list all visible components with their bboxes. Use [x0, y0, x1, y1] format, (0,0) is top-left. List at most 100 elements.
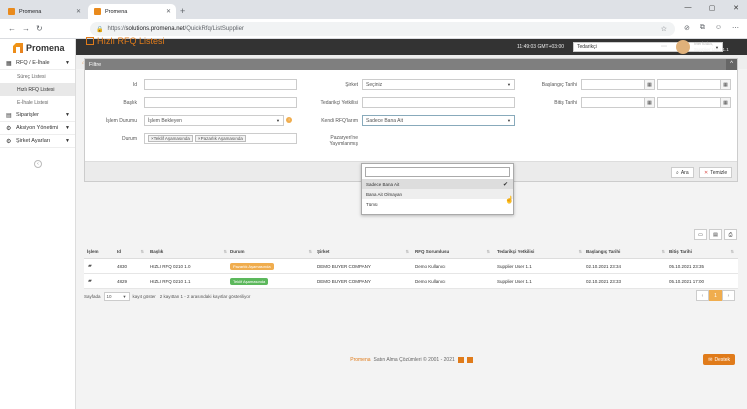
option-label: Sadece Bana Ait [366, 181, 400, 187]
print-icon[interactable]: ⎙ [724, 229, 737, 240]
column-header[interactable]: Başlangıç Tarihi ⇅ [586, 245, 668, 258]
prev-page-button[interactable]: ‹ [696, 290, 709, 301]
info-icon[interactable]: ! [286, 117, 292, 123]
end-date-to-input[interactable] [657, 97, 721, 108]
cell-status: Pazarlık Aşamasında [230, 259, 274, 273]
column-header[interactable]: Şirket ⇅ [317, 245, 412, 258]
start-date-to-input[interactable] [657, 79, 721, 90]
close-tab-icon[interactable]: ✕ [76, 8, 81, 15]
close-window-icon[interactable]: ✕ [731, 4, 741, 12]
linkedin-icon[interactable] [466, 357, 473, 363]
dropdown-search-input[interactable] [365, 167, 510, 177]
promena-favicon [8, 8, 15, 15]
calendar-icon[interactable]: ▦ [644, 97, 655, 108]
own-rfq-select[interactable]: Sadece Bana Ait ▼ [362, 115, 515, 126]
column-header[interactable]: RFQ Sorumlusu ⇅ [415, 245, 493, 258]
support-button[interactable]: ✉ Destek [703, 354, 735, 365]
forward-icon[interactable]: → [22, 24, 30, 33]
footer-brand: Promena [350, 357, 371, 363]
search-button[interactable]: ⌕ Ara [671, 167, 694, 178]
sidebar-subitem-e-tender-list[interactable]: E-İhale Listesi [0, 96, 75, 109]
filter-panel-header[interactable]: Filtre ^ [85, 59, 737, 70]
state-label: Durum [121, 136, 137, 142]
extension-icon[interactable]: ⊘ [684, 24, 690, 32]
tab-title: Promena [19, 8, 42, 15]
start-date-from-input[interactable] [581, 79, 645, 90]
sort-icon: ⇅ [405, 249, 409, 254]
browser-tab-2[interactable]: Promena ✕ [88, 4, 176, 19]
back-icon[interactable]: ← [8, 24, 16, 33]
page-size-select[interactable]: 10 ▼ [103, 291, 130, 301]
new-tab-button[interactable]: + [180, 6, 185, 16]
topbar: 11:49:03 GMT+03:00 Tedarikçi ▼ ▬ Merhaba… [76, 39, 747, 55]
title-input[interactable] [144, 97, 297, 108]
calendar-icon[interactable]: ▦ [644, 79, 655, 90]
column-header[interactable]: İşlem [87, 245, 117, 258]
search-button-label: Ara [680, 169, 689, 176]
message-icon[interactable]: ▬ [661, 43, 667, 49]
clear-button[interactable]: ✕ Temizle [699, 167, 733, 178]
pagination: ‹ 1 › [696, 290, 735, 301]
bookmark-star-icon[interactable]: ☆ [661, 25, 667, 33]
status-select[interactable]: İşlem Bekleyen ▼ [144, 115, 284, 126]
menu-dots-icon[interactable]: ⋯ [732, 24, 739, 32]
market-label-line2: Yayımlanmış [329, 141, 358, 147]
user-menu[interactable]: Merhaba, Supplier User 1.1 [676, 40, 729, 54]
open-folder-icon[interactable]: ▰ [88, 259, 92, 273]
sidebar-collapse-button[interactable]: ‹ [34, 160, 42, 168]
sidebar-item-company-settings[interactable]: ⚙ Şirket Ayarları ▼ [0, 135, 75, 148]
state-tag[interactable]: × Pazarlık Aşamasında [194, 135, 246, 142]
sidebar-item-rfq[interactable]: ▦ RFQ / E-İhale ▼ [0, 57, 75, 70]
export-icon[interactable]: ▤ [709, 229, 722, 240]
table-row[interactable]: ▰ 4830 HIZLI RFQ 0210 1.0 Pazarlık Aşama… [84, 259, 738, 274]
cell-owner: Demo Kullanıcı [415, 263, 446, 269]
collapse-filter-icon[interactable]: ^ [726, 59, 737, 70]
column-header[interactable]: Tedarikçi Yetkilisi ⇅ [497, 245, 585, 258]
state-tag[interactable]: × Teklif Aşamasında [148, 135, 193, 142]
dropdown-option[interactable]: Bana Ait Olmayan [362, 189, 513, 199]
cell-id: 4829 [117, 278, 128, 284]
url-scheme: https:// [107, 26, 126, 32]
avatar [676, 40, 690, 54]
facebook-icon[interactable] [457, 357, 464, 363]
close-tab-icon[interactable]: ✕ [166, 8, 171, 15]
rfq-table: İşlem Id ⇅ Başlık ⇅ Durum ⇅ Şirket ⇅ RFQ Sor… [84, 245, 738, 289]
cell-title: HIZLI RFQ 0210 1.1 [150, 278, 191, 284]
browser-tab-1[interactable]: Promena ✕ [2, 4, 86, 19]
sidebar-subitem-process-list[interactable]: Süreç Listesi [0, 70, 75, 83]
supplier-auth-input[interactable] [362, 97, 515, 108]
sort-icon: ⇅ [486, 249, 490, 254]
column-header[interactable]: Durum ⇅ [230, 245, 315, 258]
minimize-icon[interactable]: — [683, 4, 693, 12]
page-number-button[interactable]: 1 [709, 290, 722, 301]
state-multiselect[interactable]: × Teklif Aşamasında × Pazarlık Aşamasınd… [144, 133, 297, 144]
company-filter-select[interactable]: Seçiniz ▼ [362, 79, 515, 90]
chat-icon: ✉ [708, 356, 713, 363]
brand-logo[interactable]: Promena [0, 39, 75, 57]
collections-icon[interactable]: ⧉ [700, 24, 705, 32]
sidebar-item-orders[interactable]: ▤ Siparişler ▼ [0, 109, 75, 122]
sidebar-item-actions[interactable]: ⚙ Aksiyon Yönetimi ▼ [0, 122, 75, 135]
start-date-label: Başlangıç Tarihi [541, 82, 577, 88]
calendar-icon[interactable]: ▦ [720, 97, 731, 108]
column-header[interactable]: Başlık ⇅ [150, 245, 230, 258]
url-input[interactable]: 🔒 https://solutions.promena.net/QuickRfq… [90, 22, 675, 36]
end-date-from-input[interactable] [581, 97, 645, 108]
id-input[interactable] [144, 79, 297, 90]
sidebar-subitem-quick-rfq-list[interactable]: Hızlı RFQ Listesi [0, 83, 75, 96]
dropdown-option[interactable]: Sadece Bana Ait ✔ [362, 179, 513, 189]
sort-icon: ⇅ [308, 249, 312, 254]
next-page-button[interactable]: › [722, 290, 735, 301]
profile-icon[interactable]: ☺ [715, 24, 722, 32]
promena-favicon [94, 8, 101, 15]
open-folder-icon[interactable]: ▰ [88, 274, 92, 288]
sidebar: Promena ▦ RFQ / E-İhale ▼ Süreç Listesi … [0, 39, 76, 409]
reload-icon[interactable]: ↻ [36, 24, 43, 33]
table-row[interactable]: ▰ 4829 HIZLI RFQ 0210 1.1 Teklif Aşaması… [84, 274, 738, 289]
dropdown-option[interactable]: Tümü [362, 199, 513, 209]
column-header[interactable]: Id ⇅ [117, 245, 147, 258]
maximize-icon[interactable]: ▢ [707, 4, 717, 12]
column-header[interactable]: Bitiş Tarihi ⇅ [669, 245, 737, 258]
columns-icon[interactable]: ▭ [694, 229, 707, 240]
calendar-icon[interactable]: ▦ [720, 79, 731, 90]
